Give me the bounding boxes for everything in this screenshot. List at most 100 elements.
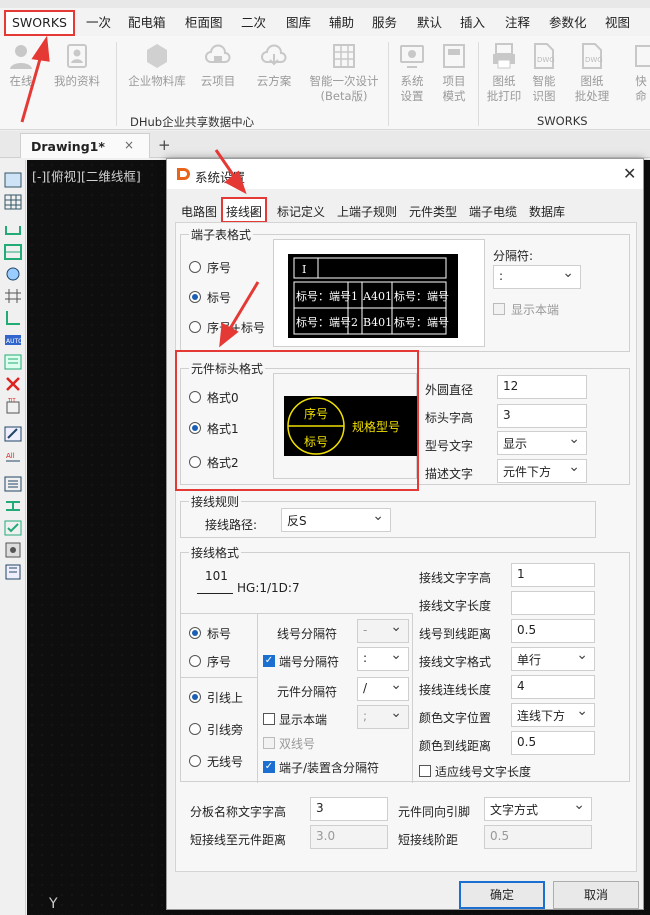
show-this-terminal-checkbox[interactable] bbox=[493, 303, 505, 315]
tool-count-icon[interactable]: TIT bbox=[4, 398, 22, 414]
terminal-separator-select[interactable]: : bbox=[357, 647, 409, 671]
tab-distribution-box[interactable]: 配电箱 bbox=[128, 12, 166, 34]
tab-service[interactable]: 服务 bbox=[372, 12, 397, 34]
tool-auto-icon[interactable]: AUTO bbox=[4, 332, 22, 348]
my-profile-button[interactable]: 我的资料 bbox=[50, 42, 104, 89]
desc-text-select[interactable]: 元件下方 bbox=[497, 459, 587, 483]
material-library-button[interactable]: 企业物料库 bbox=[124, 42, 190, 89]
radio-wire-serial[interactable] bbox=[189, 655, 201, 667]
drawing-tab[interactable]: Drawing1* × bbox=[20, 133, 150, 158]
short-wire-step-input[interactable]: 0.5 bbox=[484, 825, 592, 849]
double-wire-checkbox[interactable] bbox=[263, 737, 275, 749]
terminal-device-separator-checkbox[interactable]: ✓ bbox=[263, 761, 275, 773]
radio-no-wire-number[interactable] bbox=[189, 755, 201, 767]
batch-print-button[interactable]: 图纸 批打印 bbox=[484, 42, 524, 104]
tool-table-icon[interactable] bbox=[4, 244, 22, 260]
viewport-label[interactable]: [-][俯视][二维线框] bbox=[32, 166, 141, 185]
tab-terminal-cable[interactable]: 端子电缆 bbox=[469, 203, 517, 221]
tab-library[interactable]: 图库 bbox=[286, 12, 311, 34]
preview-cell: A401 bbox=[362, 290, 392, 303]
smart-design-icon bbox=[333, 44, 355, 68]
tab-sworks[interactable]: SWORKS bbox=[4, 10, 75, 36]
terminal-separator-checkbox[interactable]: ✓ bbox=[263, 655, 275, 667]
smart-design-button[interactable]: 智能一次设计 (Beta版) bbox=[306, 42, 382, 104]
tab-database[interactable]: 数据库 bbox=[529, 203, 565, 221]
tab-default[interactable]: 默认 bbox=[417, 12, 442, 34]
radio-beside-lead[interactable] bbox=[189, 723, 201, 735]
tool-delete-icon[interactable] bbox=[4, 376, 22, 392]
same-direction-pin-select[interactable]: 文字方式 bbox=[484, 797, 592, 821]
close-icon[interactable]: ✕ bbox=[623, 164, 636, 183]
tab-wiring-diagram[interactable]: 接线图 bbox=[221, 197, 268, 224]
tool-panel-icon[interactable] bbox=[4, 564, 22, 580]
smart-recognize-button[interactable]: DWG 智能 识图 bbox=[528, 42, 560, 104]
tool-layout-icon[interactable] bbox=[4, 354, 22, 370]
tab-secondary[interactable]: 二次 bbox=[241, 12, 266, 34]
tool-list-icon[interactable] bbox=[4, 476, 22, 492]
new-tab-plus-icon[interactable]: + bbox=[158, 136, 171, 154]
tool-terminal-icon[interactable] bbox=[4, 288, 22, 304]
tab-primary[interactable]: 一次 bbox=[86, 12, 111, 34]
show-this-end-checkbox[interactable] bbox=[263, 713, 275, 725]
tool-corner-icon[interactable] bbox=[4, 310, 22, 326]
cancel-button[interactable]: 取消 bbox=[553, 881, 639, 909]
tool-grid-icon[interactable] bbox=[4, 194, 22, 210]
tab-parametric[interactable]: 参数化 bbox=[549, 12, 587, 34]
color-text-position-select[interactable]: 连线下方 bbox=[511, 703, 595, 727]
model-text-select[interactable]: 显示 bbox=[497, 431, 587, 455]
online-button[interactable]: 在线 bbox=[8, 42, 34, 89]
tab-mark-definition[interactable]: 标记定义 bbox=[277, 203, 325, 221]
tab-insert[interactable]: 插入 bbox=[460, 12, 485, 34]
number-to-wire-distance-input[interactable]: 0.5 bbox=[511, 619, 595, 643]
tool-rect-icon[interactable] bbox=[4, 172, 22, 188]
short-wire-distance-input[interactable]: 3.0 bbox=[310, 825, 388, 849]
close-icon[interactable]: × bbox=[124, 138, 134, 152]
cloud-project-button[interactable]: 云项目 bbox=[196, 42, 240, 89]
color-to-wire-distance-input[interactable]: 0.5 bbox=[511, 731, 595, 755]
fit-text-length-checkbox[interactable] bbox=[419, 765, 431, 777]
tool-circle-icon[interactable] bbox=[4, 266, 22, 282]
tab-annotate[interactable]: 注释 bbox=[505, 12, 530, 34]
tab-assist[interactable]: 辅助 bbox=[329, 12, 354, 34]
wire-connector-length-input[interactable]: 4 bbox=[511, 675, 595, 699]
wiring-rule-group: 接线规则 接线路径: 反S bbox=[180, 493, 596, 538]
project-mode-icon bbox=[443, 44, 465, 68]
wire-text-height-input[interactable]: 1 bbox=[511, 563, 595, 587]
tab-terminal-rule[interactable]: 上端子规则 bbox=[337, 203, 397, 221]
field-label: 短接线至元件距离 bbox=[190, 833, 287, 847]
tool-connect-icon[interactable] bbox=[4, 498, 22, 514]
tool-device-icon[interactable] bbox=[4, 542, 22, 558]
tab-component-type[interactable]: 元件类型 bbox=[409, 203, 457, 221]
tab-cabinet-face[interactable]: 柜面图 bbox=[185, 12, 223, 34]
annotation-highlight-box bbox=[175, 350, 419, 491]
line-separator-select[interactable]: - bbox=[357, 619, 409, 643]
tab-view[interactable]: 视图 bbox=[605, 12, 630, 34]
tool-wire-icon[interactable] bbox=[4, 222, 22, 238]
sub-name-height-input[interactable]: 3 bbox=[310, 797, 388, 821]
outer-diameter-input[interactable]: 12 bbox=[497, 375, 587, 399]
system-settings-button[interactable]: 系统 设置 bbox=[394, 42, 430, 104]
wire-text-length-input[interactable] bbox=[511, 591, 595, 615]
radio-serial[interactable] bbox=[189, 261, 201, 273]
quick-command-icon bbox=[635, 45, 650, 67]
tab-circuit-diagram[interactable]: 电路图 bbox=[181, 203, 217, 221]
radio-label-number[interactable] bbox=[189, 291, 201, 303]
radio-serial-label[interactable] bbox=[189, 321, 201, 333]
radio-wire-label-number[interactable] bbox=[189, 627, 201, 639]
separator-select[interactable]: : bbox=[493, 265, 581, 289]
wiring-path-select[interactable]: 反S bbox=[281, 508, 391, 532]
radio-above-lead[interactable] bbox=[189, 691, 201, 703]
ok-button[interactable]: 确定 bbox=[459, 881, 545, 909]
tool-edit-icon[interactable] bbox=[4, 426, 22, 442]
tool-all-icon[interactable]: All bbox=[4, 448, 22, 464]
batch-process-button[interactable]: DWG 图纸 批处理 bbox=[570, 42, 614, 104]
tool-check-icon[interactable] bbox=[4, 520, 22, 536]
quick-command-button[interactable]: 快 命 bbox=[632, 42, 650, 104]
head-text-height-input[interactable]: 3 bbox=[497, 404, 587, 428]
component-separator-select[interactable]: / bbox=[357, 677, 409, 701]
radio-label: 引线旁 bbox=[207, 723, 244, 737]
wire-text-format-select[interactable]: 单行 bbox=[511, 647, 595, 671]
project-mode-button[interactable]: 项目 模式 bbox=[436, 42, 472, 104]
cloud-solution-button[interactable]: 云方案 bbox=[252, 42, 296, 89]
show-this-end-select[interactable]: ; bbox=[357, 705, 409, 729]
